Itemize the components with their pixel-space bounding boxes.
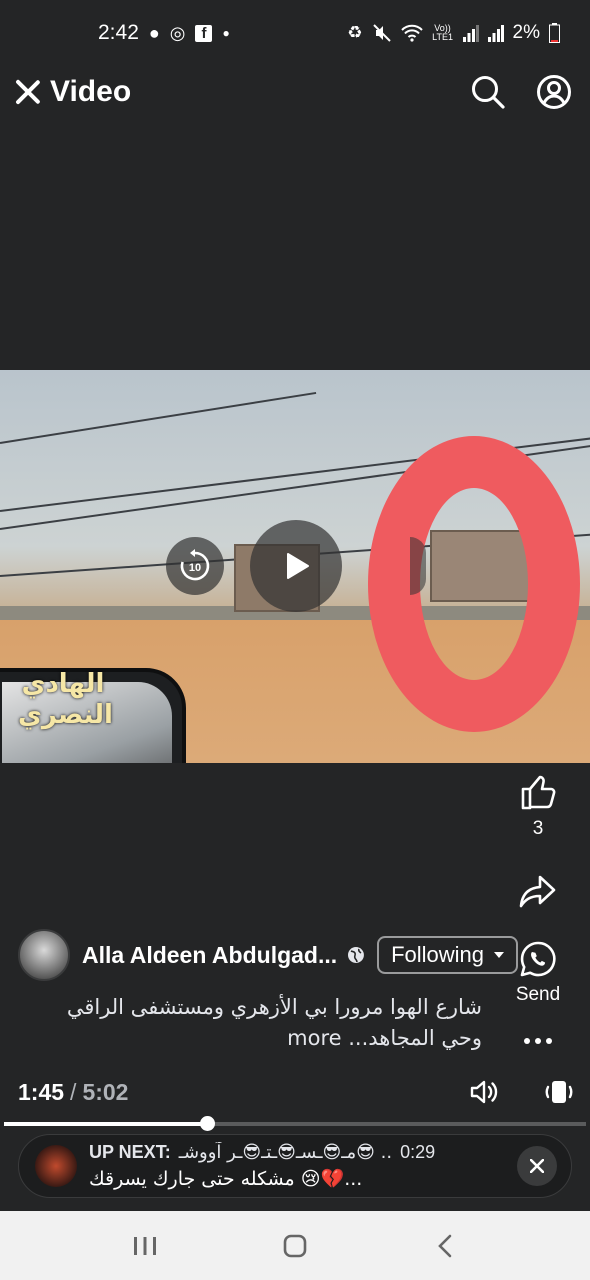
- search-icon[interactable]: [470, 74, 506, 110]
- facebook-icon: f: [195, 24, 213, 42]
- volume-icon[interactable]: [468, 1076, 500, 1108]
- volte-icon: Vo)) LTE1: [432, 23, 453, 42]
- following-label: Following: [391, 942, 484, 967]
- like-count: 3: [532, 818, 544, 839]
- play-button[interactable]: [250, 520, 342, 612]
- battery-icon: [549, 23, 560, 43]
- target-icon: ◎: [169, 22, 186, 43]
- system-nav-bar: [0, 1211, 590, 1280]
- mute-icon: [372, 24, 391, 42]
- profile-icon[interactable]: [536, 74, 572, 110]
- status-time: 2:42: [98, 21, 139, 44]
- up-next-line-1: UP NEXT: مـ😎ـسـ😎ـتـ😎ـر آووشـ😎 .. 0:29: [89, 1142, 517, 1163]
- close-icon[interactable]: [14, 78, 42, 106]
- rotate-screen-icon[interactable]: [544, 1077, 574, 1107]
- globe-icon: [348, 947, 365, 963]
- replay-10-icon: 10: [180, 549, 210, 581]
- dot-icon: ●: [222, 26, 230, 40]
- progress-handle[interactable]: [199, 1116, 215, 1131]
- header: Video: [0, 66, 590, 118]
- caption-text: شارع الهوا مرورا بي الأزهري ومستشفى الرا…: [66, 995, 482, 1050]
- close-icon: [530, 1159, 544, 1173]
- video-player[interactable]: الهادي النصري 10: [0, 370, 590, 763]
- back-button[interactable]: [425, 1226, 465, 1266]
- power-line: [0, 391, 317, 444]
- current-time: 1:45: [18, 1078, 65, 1105]
- up-next-duration: 0:29: [400, 1142, 436, 1162]
- up-next-close-button[interactable]: [517, 1146, 557, 1186]
- progress-fill: [4, 1122, 207, 1126]
- following-button[interactable]: Following: [377, 936, 518, 974]
- watermark-logo: الهادي النصري: [18, 668, 113, 729]
- player-actions: [468, 1076, 578, 1108]
- author-row: Alla Aldeen Abdulgad... Following: [18, 928, 518, 982]
- up-next-subtitle: مشكله حتى جارك يسرقك 😢💔...: [89, 1168, 363, 1190]
- chevron-down-icon: [494, 952, 504, 958]
- avatar[interactable]: [18, 929, 70, 981]
- more-icon: [524, 1038, 552, 1044]
- up-next-card[interactable]: UP NEXT: مـ😎ـسـ😎ـتـ😎ـر آووشـ😎 .. 0:29 مش…: [18, 1134, 572, 1198]
- red-circle-annotation: [368, 436, 580, 732]
- page-title: Video: [50, 75, 132, 108]
- battery-saver-icon: ♻: [347, 23, 363, 42]
- forward-10-button[interactable]: [410, 537, 426, 595]
- recent-apps-icon: [134, 1236, 156, 1255]
- whatsapp-icon: [520, 941, 556, 977]
- share-button[interactable]: [486, 872, 590, 910]
- more-options-button[interactable]: [486, 1036, 590, 1046]
- wifi-icon: [400, 24, 423, 42]
- up-next-text: UP NEXT: مـ😎ـسـ😎ـتـ😎ـر آووشـ😎 .. 0:29 مش…: [89, 1142, 517, 1190]
- home-icon: [283, 1234, 307, 1257]
- post-caption[interactable]: شارع الهوا مرورا بي الأزهري ومستشفى الرا…: [26, 992, 482, 1054]
- status-bar: 2:42 ● ◎ f ● ♻ Vo)) LTE1 2%: [0, 0, 590, 66]
- up-next-label: UP NEXT:: [89, 1142, 171, 1162]
- replay-10-button[interactable]: 10: [166, 537, 224, 595]
- time-row: 1:45 / 5:02: [18, 1072, 578, 1112]
- like-icon: [521, 775, 556, 810]
- like-button[interactable]: 3: [486, 772, 590, 840]
- signal-icon: [462, 25, 479, 42]
- replay-label: 10: [189, 562, 201, 574]
- progress-bar[interactable]: [4, 1116, 586, 1131]
- total-time: 5:02: [82, 1078, 129, 1105]
- see-more-link[interactable]: more: [287, 1026, 341, 1050]
- status-left: 2:42 ● ◎ f ●: [98, 21, 230, 45]
- back-icon: [438, 1234, 452, 1257]
- header-actions: [470, 74, 572, 110]
- whatsapp-icon: ●: [148, 22, 160, 43]
- share-icon: [519, 875, 556, 908]
- play-icon: [287, 553, 309, 579]
- up-next-title: مـ😎ـسـ😎ـتـ😎ـر آووشـ😎 ..: [178, 1142, 393, 1163]
- author-name[interactable]: Alla Aldeen Abdulgad...: [82, 942, 337, 969]
- up-next-thumbnail: [35, 1145, 77, 1187]
- send-label: Send: [515, 984, 561, 1005]
- status-right: ♻ Vo)) LTE1 2%: [347, 22, 560, 44]
- home-button[interactable]: [275, 1226, 315, 1266]
- battery-percent: 2%: [512, 22, 540, 43]
- signal-r-icon: [487, 25, 504, 42]
- time-separator: /: [70, 1078, 77, 1105]
- recent-apps-button[interactable]: [125, 1226, 165, 1266]
